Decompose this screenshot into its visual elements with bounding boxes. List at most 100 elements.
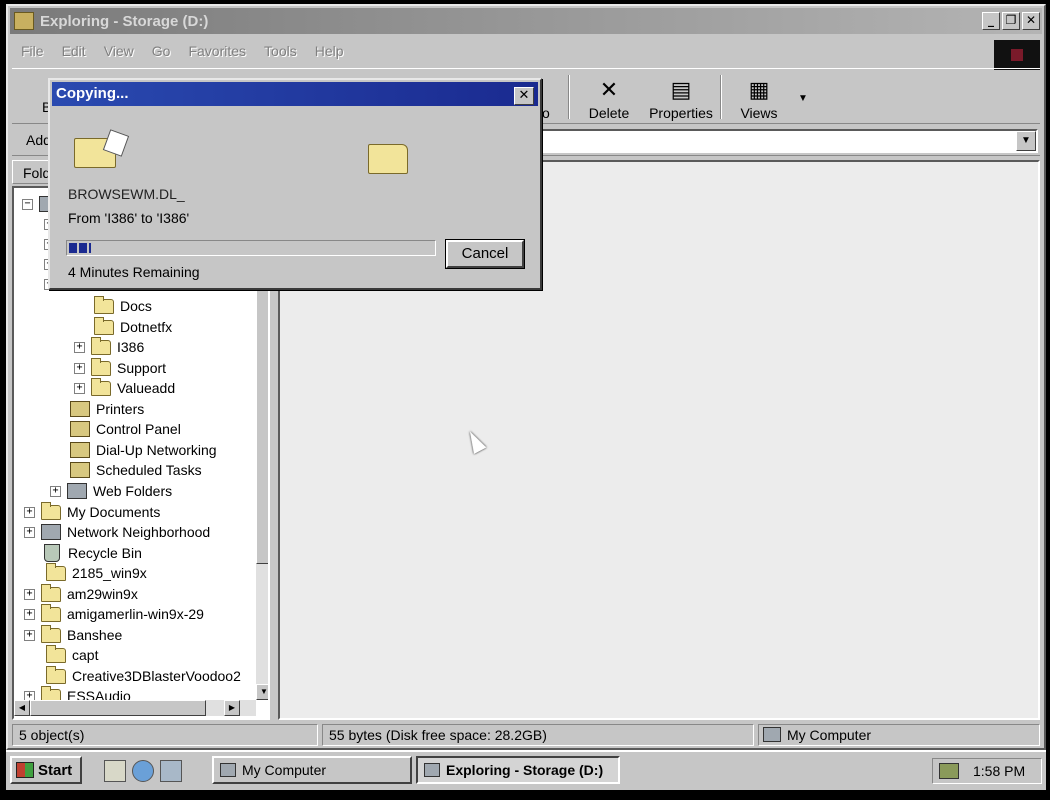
tree-label: Valueadd (117, 380, 176, 396)
tree-item-scheduled-tasks[interactable]: Scheduled Tasks (70, 460, 202, 480)
tree-label: Support (117, 360, 167, 376)
tree-label: My Documents (67, 504, 161, 520)
menu-bar: File Edit View Go Favorites Tools Help (12, 38, 1040, 64)
tree-item-dialup[interactable]: Dial-Up Networking (70, 440, 217, 460)
scroll-thumb[interactable] (30, 700, 206, 716)
window-title: Exploring - Storage (D:) (40, 12, 209, 30)
tree-item-amigamerlin[interactable]: + amigamerlin-win9x-29 (24, 603, 204, 624)
scroll-left-icon[interactable]: ◀ (14, 700, 30, 716)
views-dropdown-icon[interactable]: ▼ (798, 93, 808, 104)
menu-tools[interactable]: Tools (255, 43, 306, 59)
menu-edit[interactable]: Edit (53, 43, 95, 59)
tree-label: amigamerlin-win9x-29 (67, 606, 204, 622)
internet-explorer-icon[interactable] (132, 760, 154, 782)
control-panel-icon (70, 421, 90, 437)
destination-folder-icon (368, 144, 408, 174)
close-button[interactable]: ✕ (1022, 12, 1040, 30)
expand-icon[interactable]: + (74, 382, 85, 394)
task-my-computer[interactable]: My Computer (212, 756, 412, 784)
copy-from-to: From 'I386' to 'I386' (68, 210, 190, 226)
start-label: Start (38, 761, 73, 779)
tree-item-dotnetfx[interactable]: Dotnetfx (94, 316, 172, 337)
folder-icon (46, 562, 66, 581)
progress-fill (69, 243, 91, 253)
start-button[interactable]: Start (10, 756, 82, 784)
toolbar-separator (720, 75, 722, 119)
tree-label: capt (72, 647, 99, 663)
menu-view[interactable]: View (95, 43, 143, 59)
copy-filename: BROWSEWM.DL_ (68, 186, 185, 202)
tree-item-support[interactable]: + Support (74, 357, 167, 378)
tree-item-web-folders[interactable]: + Web Folders (50, 481, 172, 501)
dialup-networking-icon (70, 442, 90, 458)
properties-button[interactable]: ▤ Properties (646, 73, 716, 122)
status-location: My Computer (758, 724, 1040, 746)
dialog-close-button[interactable]: ✕ (514, 87, 534, 105)
scheduled-tasks-icon (70, 462, 90, 478)
tree-item-banshee[interactable]: + Banshee (24, 624, 122, 645)
delete-button[interactable]: ✕ Delete (574, 73, 644, 122)
task-exploring[interactable]: Exploring - Storage (D:) (416, 756, 620, 784)
my-computer-icon (763, 727, 781, 742)
tree-item-creative3d[interactable]: Creative3DBlasterVoodoo2 (46, 665, 241, 686)
tree-item-2185-win9x[interactable]: 2185_win9x (46, 562, 147, 583)
tree-item-recycle-bin[interactable]: Recycle Bin (42, 543, 142, 563)
expand-icon[interactable]: + (24, 588, 35, 600)
tree-item-control-panel[interactable]: Control Panel (70, 419, 181, 439)
title-bar[interactable]: Exploring - Storage (D:) _ ❐ ✕ (10, 8, 1042, 34)
views-label: Views (740, 105, 778, 121)
show-desktop-icon[interactable] (104, 760, 126, 782)
clock[interactable]: 1:58 PM (973, 763, 1025, 779)
tree-label: Control Panel (96, 421, 181, 437)
my-computer-icon (220, 763, 236, 777)
my-documents-icon (41, 501, 61, 520)
views-button[interactable]: ▦ Views (724, 73, 794, 122)
expand-icon[interactable]: + (24, 526, 35, 538)
tree-item-valueadd[interactable]: + Valueadd (74, 377, 176, 398)
toolbar-partial-label: o (542, 105, 550, 121)
tree-label: Recycle Bin (68, 545, 142, 561)
menu-help[interactable]: Help (306, 43, 353, 59)
tree-item-am29win9x[interactable]: + am29win9x (24, 583, 138, 604)
status-location-label: My Computer (787, 727, 872, 743)
folder-icon (41, 583, 61, 602)
menu-favorites[interactable]: Favorites (179, 43, 255, 59)
expand-icon[interactable]: + (50, 485, 61, 497)
menu-go[interactable]: Go (143, 43, 180, 59)
folder-icon (91, 377, 111, 396)
collapse-icon[interactable]: − (22, 198, 33, 210)
cancel-button[interactable]: Cancel (446, 240, 524, 268)
folder-icon (46, 665, 66, 684)
views-grid-icon: ▦ (748, 77, 770, 102)
maximize-button[interactable]: ❐ (1002, 12, 1020, 30)
minimize-button[interactable]: _ (982, 12, 1000, 30)
scroll-down-icon[interactable]: ▼ (256, 684, 268, 700)
expand-icon[interactable]: + (24, 506, 35, 518)
tree-item-capt[interactable]: capt (46, 644, 99, 665)
menu-file[interactable]: File (12, 43, 53, 59)
tree-item-my-documents[interactable]: + My Documents (24, 501, 161, 522)
tree-label: am29win9x (67, 586, 138, 602)
expand-icon[interactable]: + (24, 608, 35, 620)
expand-icon[interactable]: + (74, 341, 85, 353)
tree-horizontal-scrollbar[interactable]: ◀ ▶ (14, 700, 256, 716)
tree-item-docs[interactable]: Docs (94, 295, 152, 316)
scroll-right-icon[interactable]: ▶ (224, 700, 240, 716)
time-remaining: 4 Minutes Remaining (68, 264, 200, 280)
dialog-title-bar[interactable]: Copying... ✕ (52, 82, 538, 106)
tree-label: 2185_win9x (72, 565, 147, 581)
tree-label: Printers (96, 401, 145, 417)
tree-item-i386[interactable]: + I386 (74, 336, 144, 357)
address-dropdown-icon[interactable]: ▼ (1016, 131, 1036, 151)
taskbar: Start My Computer Exploring - Storage (D… (6, 750, 1046, 790)
tree-item-network-neighborhood[interactable]: + Network Neighborhood (24, 522, 210, 542)
folder-icon (91, 357, 111, 376)
properties-icon: ▤ (670, 77, 692, 102)
windows-logo-throbber (994, 40, 1040, 70)
channels-icon[interactable] (160, 760, 182, 782)
tree-item-printers[interactable]: Printers (70, 399, 144, 419)
expand-icon[interactable]: + (24, 629, 35, 641)
expand-icon[interactable]: + (74, 362, 85, 374)
tray-app-icon[interactable] (939, 763, 959, 779)
desktop-screen: Exploring - Storage (D:) _ ❐ ✕ File Edit… (6, 4, 1046, 790)
